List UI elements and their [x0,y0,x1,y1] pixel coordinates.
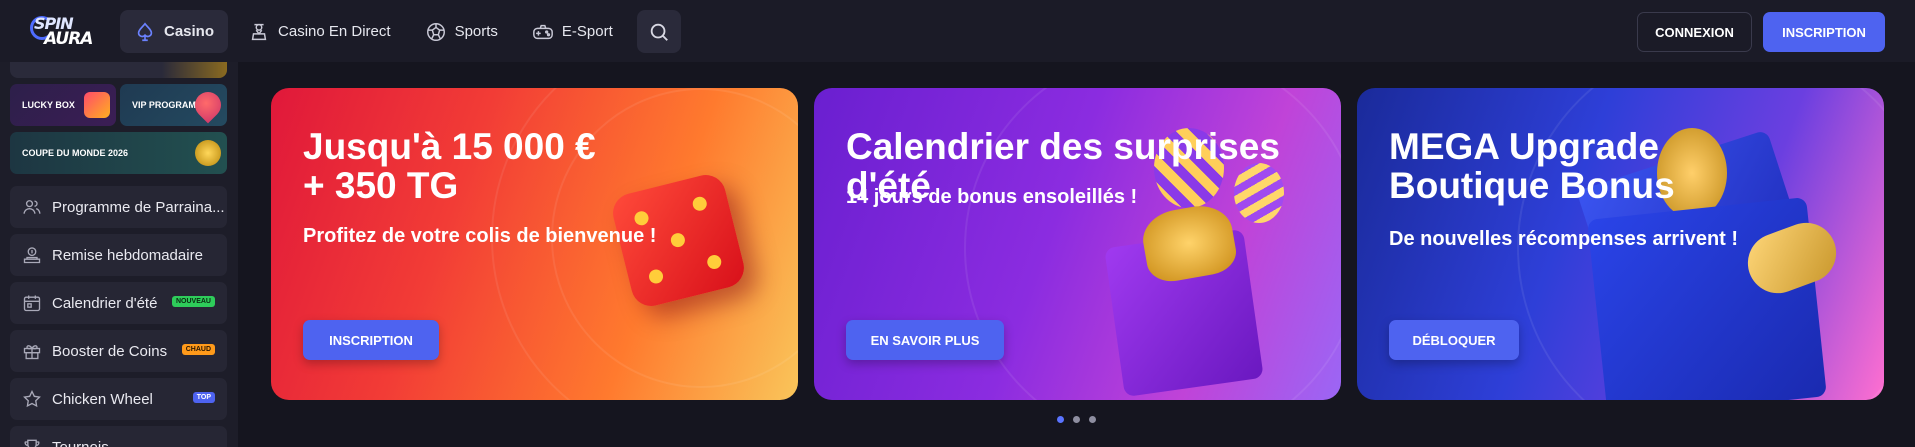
banner-title: MEGA Upgrade Boutique Bonus [1389,126,1675,206]
nav-casino[interactable]: Casino [120,10,229,53]
banner-mega-upgrade[interactable]: MEGA Upgrade Boutique Bonus De nouvelles… [1357,88,1884,400]
sidebar-item-label: Remise hebdomadaire [52,246,203,264]
banner-title-line2: Boutique Bonus [1389,164,1675,206]
banner-subtitle: De nouvelles récompenses arrivent ! [1389,228,1739,250]
banner-summer-calendar[interactable]: Calendrier des surprises d'été 14 jours … [814,88,1341,400]
trophy-icon [24,439,40,447]
banner-subtitle: 14 jours de bonus ensoleillés ! [846,186,1138,208]
top-header: SPIN AURA Casino Casino En Direct Sports [0,0,1915,62]
promo-coupe-label: COUPE DU MONDE 2026 [22,148,129,158]
banner-title-line1: Jusqu'à 15 000 € [303,126,596,167]
spin-aura-logo[interactable]: SPIN AURA [30,14,102,49]
nav-casino-live[interactable]: Casino En Direct [234,10,405,53]
promo-tile-partial[interactable] [10,62,227,78]
banner-subtitle: Profitez de votre colis de bienvenue ! [303,225,657,247]
sidebar-item-label: Chicken Wheel [52,390,153,408]
carousel-dot-3[interactable] [1089,416,1096,423]
nav-casino-label: Casino [164,23,215,40]
gamepad-icon [533,24,553,39]
sidebar: LUCKY BOX VIP PROGRAM COUPE DU MONDE 202… [0,62,238,447]
nav-esport-label: E-Sport [561,23,613,40]
badge-top: TOP [192,392,215,403]
sidebar-item-label: Booster de Coins [52,342,168,360]
main-nav: Casino Casino En Direct Sports E-Sport [120,10,681,53]
logo-text-line2: AURA [44,29,93,49]
banner-title-line1: MEGA Upgrade [1389,126,1659,167]
sidebar-item-calendrier[interactable]: Calendrier d'été NOUVEAU [10,282,227,324]
nav-sports-label: Sports [454,23,498,40]
banner-inscription-button[interactable]: INSCRIPTION [303,320,439,360]
carousel-dot-1[interactable] [1057,416,1064,423]
sidebar-item-parrainage[interactable]: Programme de Parraina... [10,186,227,228]
banner-title-line2: + 350 TG [303,164,459,206]
promo-lucky-box[interactable]: LUCKY BOX [10,84,116,126]
promo-coupe-du-monde[interactable]: COUPE DU MONDE 2026 [10,132,227,174]
soccer-ball-icon [426,22,445,41]
sidebar-item-label: Tournois [52,438,109,447]
nav-casino-live-label: Casino En Direct [278,23,391,40]
sidebar-item-remise[interactable]: Remise hebdomadaire [10,234,227,276]
promo-vip-label: VIP PROGRAM [132,100,196,110]
banner-unlock-button[interactable]: DÉBLOQUER [1389,320,1519,360]
banner-welcome[interactable]: Jusqu'à 15 000 € + 350 TG Profitez de vo… [271,88,798,400]
spade-icon [137,21,153,41]
gift-icon [23,345,41,360]
sidebar-item-label: Calendrier d'été [52,294,158,312]
sidebar-item-tournois[interactable]: Tournois [10,426,227,447]
nav-sports[interactable]: Sports [411,10,512,53]
search-button[interactable] [636,10,681,53]
signup-button[interactable]: INSCRIPTION [1763,12,1885,52]
sidebar-item-chicken-wheel[interactable]: Chicken Wheel TOP [10,378,227,420]
gift-box-icon [84,92,110,118]
search-icon [650,23,668,41]
sidebar-item-booster[interactable]: Booster de Coins CHAUD [10,330,227,372]
trophy-cup-icon [195,140,221,166]
badge-chaud: CHAUD [181,344,215,355]
star-icon [23,389,41,408]
users-icon [23,200,41,214]
badge-nouveau: NOUVEAU [171,296,215,307]
cashback-icon [23,247,41,264]
calendar-icon [23,295,41,312]
sidebar-item-label: Programme de Parraina... [52,198,225,216]
promo-lucky-box-label: LUCKY BOX [22,100,75,110]
promo-vip-program[interactable]: VIP PROGRAM [120,84,227,126]
login-button[interactable]: CONNEXION [1637,12,1752,52]
dealer-icon [251,23,267,40]
carousel-dot-2[interactable] [1073,416,1080,423]
banner-learn-more-button[interactable]: EN SAVOIR PLUS [846,320,1004,360]
map-pin-icon [189,86,227,124]
carousel-dots [1057,416,1096,423]
nav-esport[interactable]: E-Sport [518,10,627,53]
banner-title: Jusqu'à 15 000 € + 350 TG [303,126,596,206]
